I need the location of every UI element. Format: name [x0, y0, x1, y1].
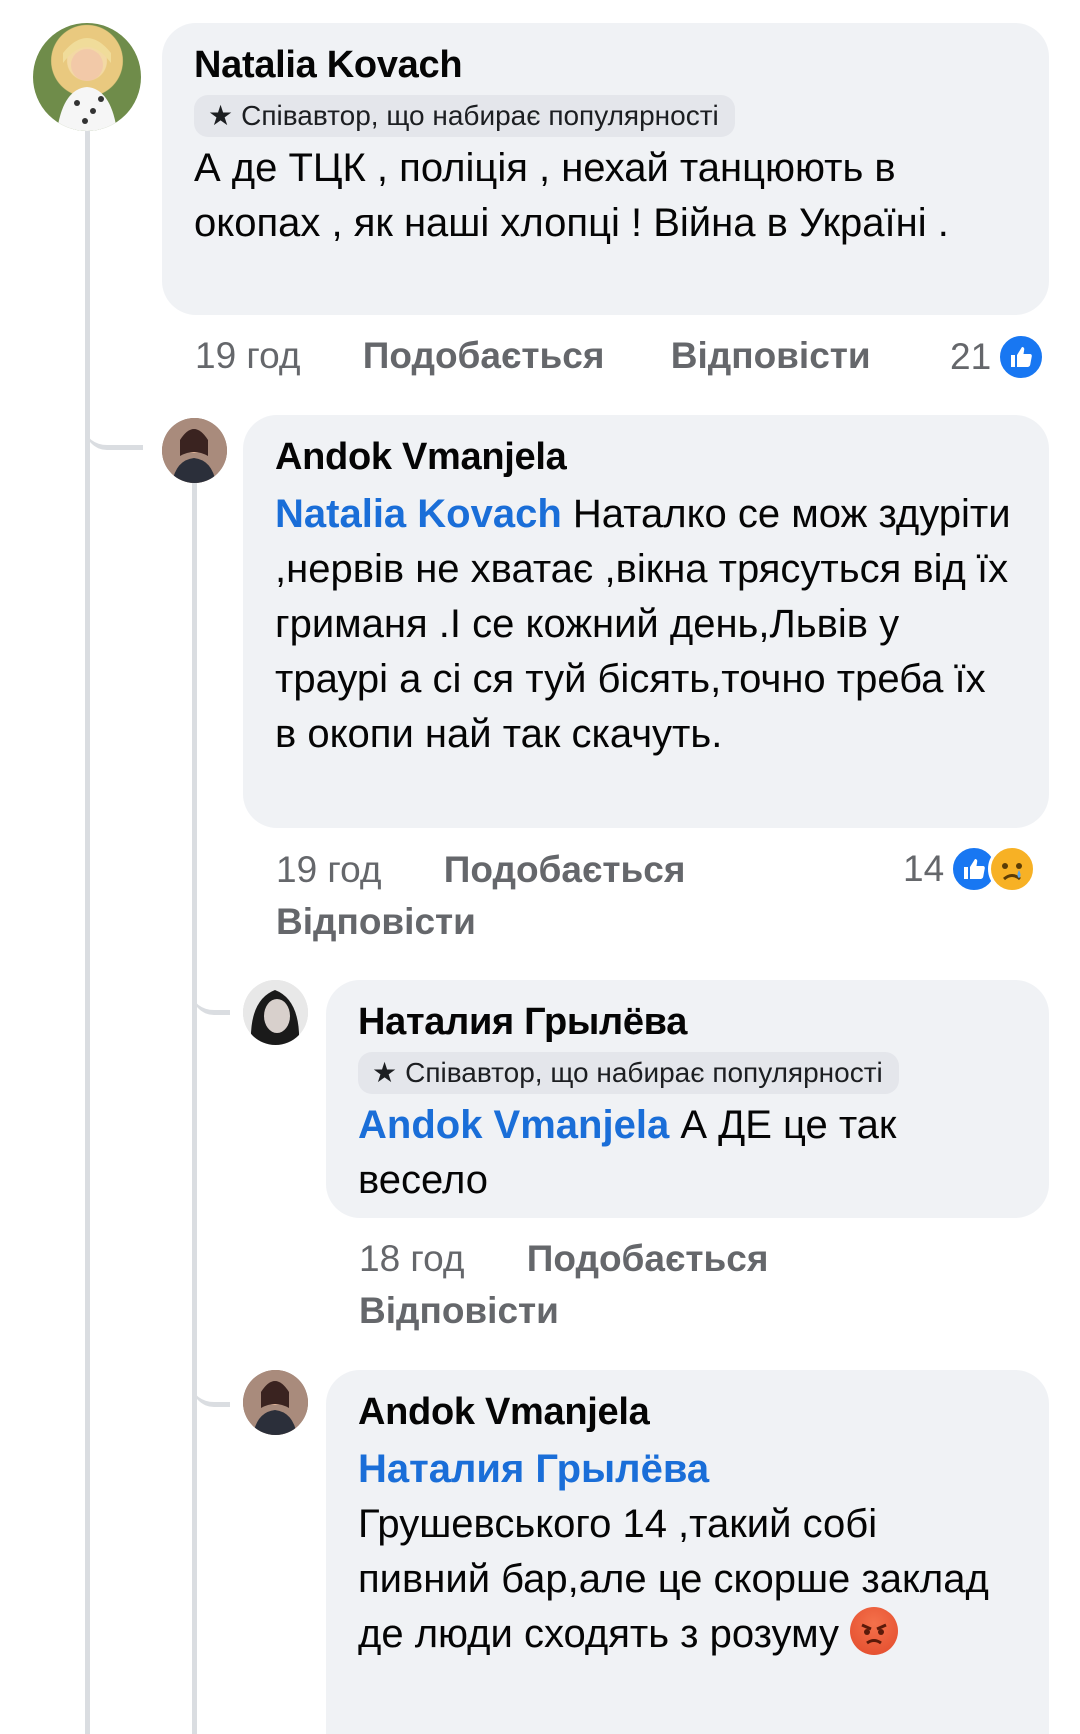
thread-line-nested: [192, 480, 197, 1734]
avatar-photo: [162, 418, 227, 483]
mention-link[interactable]: Natalia Kovach: [275, 492, 562, 536]
comment-time[interactable]: 19 год: [276, 849, 381, 890]
thread-elbow-reply-2: [192, 960, 230, 1015]
reaction-count: 14: [903, 848, 945, 889]
reply-button[interactable]: Відповісти: [359, 1290, 559, 1331]
avatar-photo: [243, 1370, 308, 1435]
mention-link[interactable]: Наталия Грылёва: [358, 1442, 1017, 1497]
like-button[interactable]: Подобається: [444, 849, 686, 890]
comment-text: Andok Vmanjela А ДЕ це так весело: [358, 1098, 1017, 1208]
comment-actions: 19 год Подобається Відповісти: [195, 330, 871, 382]
avatar-photo: [57, 38, 117, 131]
reaction-summary[interactable]: 21: [950, 333, 1046, 381]
star-icon: ★: [372, 1057, 398, 1088]
comment-author[interactable]: Andok Vmanjela: [358, 1390, 1017, 1434]
badge-label: Співавтор, що набирає популярності: [241, 100, 719, 131]
comment-author[interactable]: Наталия Грылёва: [358, 1000, 1017, 1044]
comment-bubble: Andok Vmanjela Наталия Грылёва Грушевськ…: [326, 1370, 1049, 1734]
avatar[interactable]: [243, 1370, 308, 1435]
star-icon: ★: [208, 100, 234, 131]
avatar-photo: [243, 980, 308, 1045]
badge-label: Співавтор, що набирає популярності: [405, 1057, 883, 1088]
thread-elbow-reply-1: [85, 380, 143, 450]
comment-bubble: Наталия Грылёва ★ Співавтор, що набирає …: [326, 980, 1049, 1218]
like-button[interactable]: Подобається: [363, 335, 605, 376]
mention-link[interactable]: Andok Vmanjela: [358, 1103, 669, 1147]
sad-icon: [988, 845, 1037, 893]
reply-button[interactable]: Відповісти: [276, 901, 476, 942]
reply-button[interactable]: Відповісти: [671, 335, 871, 376]
comment-time[interactable]: 19 год: [195, 335, 300, 376]
comment-author[interactable]: Andok Vmanjela: [275, 435, 1017, 479]
comment-text: Наталия Грылёва Грушевського 14 ,такий с…: [358, 1442, 1017, 1662]
comment-bubble: Natalia Kovach ★ Співавтор, що набирає п…: [162, 23, 1049, 315]
avatar[interactable]: [33, 23, 141, 131]
thread-elbow-reply-3: [192, 1350, 230, 1407]
status-badge: ★ Співавтор, що набирає популярності: [358, 1052, 899, 1094]
thread-line-main: [85, 128, 90, 1734]
angry-face-icon: [850, 1607, 899, 1655]
comment-bubble: Andok Vmanjela Natalia Kovach Наталко се…: [243, 415, 1049, 828]
reaction-count: 21: [950, 336, 992, 377]
like-button[interactable]: Подобається: [527, 1238, 769, 1279]
avatar[interactable]: [243, 980, 308, 1045]
comment-actions: 19 год Подобається Відповісти: [276, 844, 836, 948]
reaction-summary[interactable]: 14: [903, 845, 1037, 893]
comment-actions: 18 год Подобається Відповісти: [359, 1233, 859, 1337]
status-badge: ★ Співавтор, що набирає популярності: [194, 95, 735, 137]
comment-text: А де ТЦК , поліція , нехай танцюють в ок…: [194, 146, 949, 245]
comment-time[interactable]: 18 год: [359, 1238, 464, 1279]
comment-author[interactable]: Natalia Kovach: [194, 43, 1017, 87]
avatar[interactable]: [162, 418, 227, 483]
like-icon: [997, 333, 1046, 381]
comment-text: Natalia Kovach Наталко се мож здуріти ,н…: [275, 487, 1017, 762]
